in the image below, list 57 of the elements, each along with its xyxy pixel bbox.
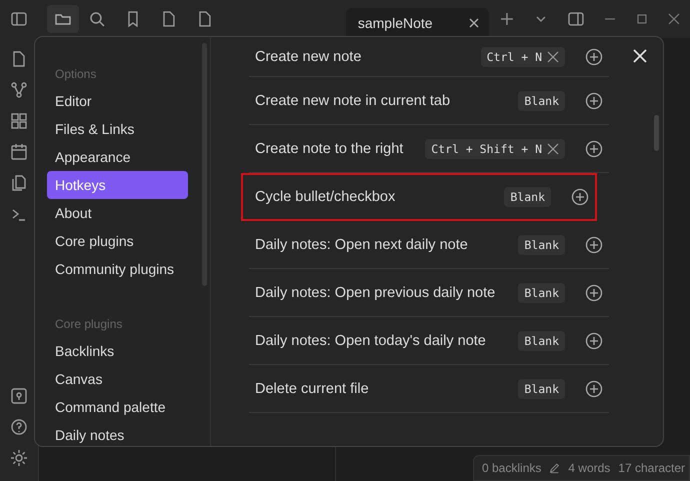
- settings-nav-item[interactable]: Appearance: [47, 143, 188, 171]
- settings-nav-item[interactable]: Canvas: [47, 365, 188, 393]
- command-name: Create new note in current tab: [255, 92, 452, 110]
- command-name: Create note to the right: [255, 140, 404, 158]
- help-icon[interactable]: [10, 418, 28, 436]
- command-name: Delete current file: [255, 380, 370, 398]
- hotkey-chip: Blank: [518, 378, 565, 398]
- hotkey-chip: Blank: [518, 330, 565, 350]
- hotkey-text: Ctrl + Shift + N: [431, 142, 542, 156]
- hotkey-text: Ctrl + N: [486, 50, 542, 64]
- vault-icon[interactable]: [10, 387, 28, 405]
- section-heading: Options: [54, 66, 98, 83]
- search-icon[interactable]: [88, 10, 106, 28]
- command-name: Daily notes: Open previous daily note: [255, 284, 496, 302]
- hotkey-chip: Blank: [504, 187, 551, 207]
- copy-icon[interactable]: [10, 174, 28, 192]
- add-hotkey-icon[interactable]: [585, 92, 603, 110]
- command-name: Cycle bullet/checkbox: [255, 188, 396, 206]
- add-hotkey-icon[interactable]: [585, 236, 603, 254]
- add-hotkey-icon[interactable]: [585, 140, 603, 158]
- settings-icon[interactable]: [10, 449, 28, 467]
- word-count: 4 words: [568, 461, 610, 475]
- maximize-icon[interactable]: [635, 12, 650, 26]
- settings-nav-item[interactable]: Daily notes: [47, 421, 188, 446]
- grid-icon[interactable]: [10, 112, 28, 130]
- settings-nav-item[interactable]: Hotkeys: [47, 171, 188, 199]
- add-hotkey-icon[interactable]: [585, 380, 603, 398]
- settings-nav-item[interactable]: Core plugins: [47, 227, 188, 255]
- remove-icon[interactable]: [547, 142, 559, 154]
- graph-icon[interactable]: [10, 81, 28, 99]
- command-name: Daily notes: Open next daily note: [255, 236, 469, 254]
- add-hotkey-icon[interactable]: [585, 284, 603, 302]
- settings-nav-item[interactable]: Files & Links: [47, 115, 188, 143]
- command-name: Create new note: [255, 48, 362, 66]
- remove-icon[interactable]: [547, 50, 559, 62]
- add-hotkey-icon[interactable]: [585, 48, 603, 66]
- hotkey-chip: Blank: [518, 282, 565, 302]
- note-tab[interactable]: sampleNote: [346, 8, 489, 38]
- character-count: 17 character: [618, 461, 685, 475]
- calendar-icon[interactable]: [10, 143, 28, 161]
- command-name: Daily notes: Open today's daily note: [255, 332, 487, 350]
- close-icon[interactable]: [466, 16, 481, 30]
- pencil-icon[interactable]: [549, 461, 560, 475]
- sidebar-toggle-icon[interactable]: [567, 10, 586, 28]
- sidebar-toggle-icon[interactable]: [10, 10, 28, 28]
- add-hotkey-icon[interactable]: [571, 188, 589, 206]
- settings-nav-item[interactable]: Command palette: [47, 393, 188, 421]
- settings-nav-item[interactable]: About: [47, 199, 188, 227]
- hotkey-chip: Blank: [518, 234, 565, 254]
- backlinks-count: 0 backlinks: [482, 461, 542, 475]
- settings-nav-item[interactable]: Community plugins: [47, 255, 188, 283]
- scrollbar[interactable]: [654, 115, 659, 151]
- section-heading: Core plugins: [54, 316, 124, 333]
- add-hotkey-icon[interactable]: [585, 332, 603, 350]
- hotkey-chip: Blank: [518, 90, 565, 110]
- settings-nav-item[interactable]: Editor: [47, 87, 188, 115]
- settings-nav-item[interactable]: Backlinks: [47, 337, 188, 365]
